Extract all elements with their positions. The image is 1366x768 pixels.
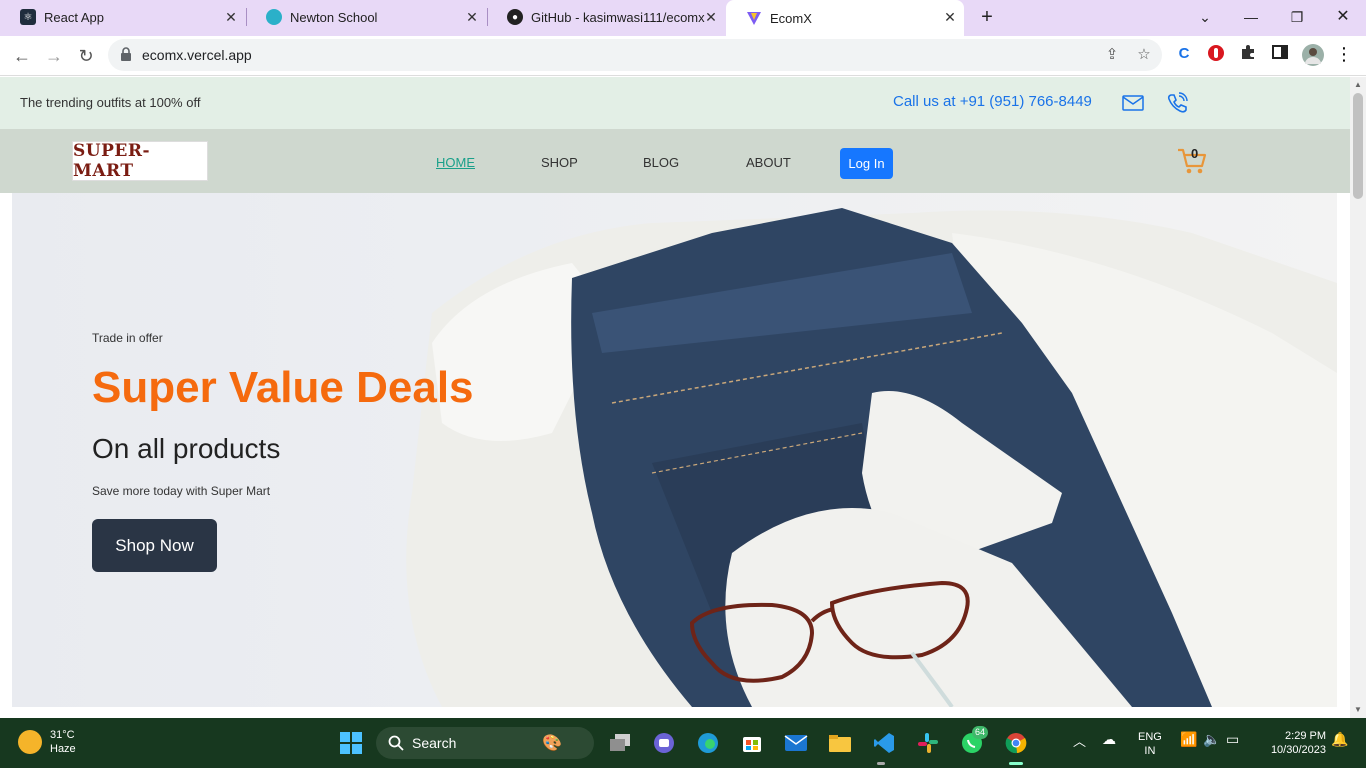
forward-icon[interactable]: → xyxy=(42,44,66,68)
microsoft-store-icon[interactable] xyxy=(740,731,764,755)
new-tab-icon[interactable]: + xyxy=(976,6,998,28)
mail-app-icon[interactable] xyxy=(784,731,808,755)
vscode-running-indicator xyxy=(877,762,885,765)
nav-about[interactable]: ABOUT xyxy=(746,155,791,170)
tab-title: React App xyxy=(44,9,104,25)
minimize-icon[interactable]: — xyxy=(1238,4,1264,30)
adblock-icon[interactable] xyxy=(1206,44,1226,64)
page-scrollbar[interactable]: ▲ ▼ xyxy=(1350,77,1366,718)
super-mart-logo[interactable]: SUPER-MART xyxy=(72,141,208,181)
tab-title: GitHub - kasimwasi111/ecomx xyxy=(531,9,705,25)
weather-desc: Haze xyxy=(50,743,76,755)
restore-icon[interactable]: ❐ xyxy=(1284,4,1310,30)
tab-search-chevron-icon[interactable]: ⌄ xyxy=(1192,4,1218,30)
onedrive-off-icon[interactable]: ☁ xyxy=(1102,731,1116,748)
hero-subheadline: On all products xyxy=(92,433,281,464)
slack-icon[interactable] xyxy=(916,731,940,755)
close-window-icon[interactable]: ✕ xyxy=(1330,4,1356,30)
haze-weather-icon xyxy=(18,730,42,754)
task-view-icon[interactable] xyxy=(608,731,632,755)
reload-icon[interactable]: ↻ xyxy=(74,44,98,68)
scroll-up-icon[interactable]: ▲ xyxy=(1353,80,1363,90)
search-highlight-icon: 🎨 xyxy=(542,735,562,752)
region-code: IN xyxy=(1144,745,1156,757)
whatsapp-badge: 64 xyxy=(972,726,989,739)
tab-react-app[interactable]: ⚛ React App ✕ xyxy=(0,0,245,34)
tab-newton-school[interactable]: Newton School ✕ xyxy=(246,0,486,34)
hero-headline: Super Value Deals xyxy=(92,363,474,412)
lock-icon xyxy=(121,47,131,61)
wifi-icon[interactable]: 📶 xyxy=(1180,731,1197,748)
mail-icon[interactable] xyxy=(1122,95,1144,111)
tab-ecomx[interactable]: EcomX ✕ xyxy=(726,0,964,36)
browser-tab-strip: ⚛ React App ✕ Newton School ✕ ● GitHub -… xyxy=(0,0,1366,36)
language-code: ENG xyxy=(1138,731,1162,743)
close-icon[interactable]: ✕ xyxy=(703,9,719,25)
login-button[interactable]: Log In xyxy=(840,148,893,179)
side-panel-icon[interactable] xyxy=(1270,44,1290,64)
search-icon xyxy=(388,735,404,751)
clock-date: 10/30/2023 xyxy=(1270,744,1326,756)
nav-blog[interactable]: BLOG xyxy=(643,155,679,170)
url-text[interactable]: ecomx.vercel.app xyxy=(142,47,252,63)
share-icon[interactable]: ⇪ xyxy=(1102,45,1122,65)
chrome-active-indicator xyxy=(1009,762,1023,765)
github-icon: ● xyxy=(507,9,523,25)
address-bar[interactable]: ecomx.vercel.app ⇪ ☆ xyxy=(108,39,1162,71)
logo-text: SUPER-MART xyxy=(73,141,151,181)
cart-button[interactable]: 0 xyxy=(1177,146,1209,175)
weather-temp: 31°C xyxy=(50,729,75,741)
bookmark-star-icon[interactable]: ☆ xyxy=(1134,45,1154,65)
scroll-down-icon[interactable]: ▼ xyxy=(1353,705,1363,715)
cart-count: 0 xyxy=(1191,146,1199,161)
weather-widget[interactable]: 31°C Haze xyxy=(18,728,76,756)
edge-icon[interactable] xyxy=(696,731,720,755)
vscode-icon[interactable] xyxy=(872,731,896,755)
close-icon[interactable]: ✕ xyxy=(223,9,239,25)
windows-start-icon[interactable] xyxy=(339,731,363,755)
nav-home[interactable]: HOME xyxy=(436,155,475,170)
windows-taskbar: 31°C Haze Search 🎨 64 ︿ ☁ ENG IN 📶 🔈 ▭ 2… xyxy=(0,718,1366,768)
hero-eyebrow: Trade in offer xyxy=(92,331,163,345)
hero-description: Save more today with Super Mart xyxy=(92,484,271,498)
close-icon[interactable]: ✕ xyxy=(464,9,480,25)
site-navbar: SUPER-MART HOME SHOP BLOG ABOUT Log In 0 xyxy=(0,129,1350,193)
volume-icon[interactable]: 🔈 xyxy=(1203,731,1220,748)
show-hidden-icons-chevron-icon[interactable]: ︿ xyxy=(1073,731,1086,750)
call-us-link[interactable]: Call us at +91 (951) 766-8449 xyxy=(893,93,1092,110)
close-icon[interactable]: ✕ xyxy=(942,9,958,25)
clock-time: 2:29 PM xyxy=(1285,730,1326,742)
tagline: The trending outfits at 100% off xyxy=(20,95,201,110)
extension-c-icon[interactable]: C xyxy=(1174,44,1194,64)
search-label: Search xyxy=(412,735,457,751)
tab-title: EcomX xyxy=(770,10,812,26)
newton-icon xyxy=(266,9,282,25)
notification-bell-icon[interactable]: 🔔 xyxy=(1331,731,1348,748)
web-page: The trending outfits at 100% off Call us… xyxy=(0,77,1350,718)
chrome-icon[interactable] xyxy=(1004,731,1028,755)
scrollbar-thumb[interactable] xyxy=(1353,93,1363,199)
tab-title: Newton School xyxy=(290,9,378,25)
vite-icon xyxy=(746,10,762,26)
browser-toolbar: ← → ↻ ecomx.vercel.app ⇪ ☆ C ⋮ xyxy=(0,36,1366,76)
back-icon[interactable]: ← xyxy=(10,44,34,68)
extensions-puzzle-icon[interactable] xyxy=(1238,44,1258,64)
battery-icon[interactable]: ▭ xyxy=(1226,731,1239,748)
nav-shop[interactable]: SHOP xyxy=(541,155,578,170)
chrome-menu-icon[interactable]: ⋮ xyxy=(1334,44,1354,64)
profile-avatar[interactable] xyxy=(1302,44,1324,66)
teams-chat-icon[interactable] xyxy=(652,731,676,755)
taskbar-search[interactable]: Search 🎨 xyxy=(376,727,594,759)
language-indicator[interactable]: ENG IN xyxy=(1138,730,1162,758)
shop-now-button[interactable]: Shop Now xyxy=(92,519,217,572)
hero-banner: Trade in offer Super Value Deals On all … xyxy=(12,193,1337,707)
tab-github[interactable]: ● GitHub - kasimwasi111/ecomx ✕ xyxy=(487,0,725,34)
react-icon: ⚛ xyxy=(20,9,36,25)
file-explorer-icon[interactable] xyxy=(828,731,852,755)
phone-icon[interactable] xyxy=(1166,92,1188,114)
top-info-bar: The trending outfits at 100% off Call us… xyxy=(0,77,1350,129)
system-clock[interactable]: 2:29 PM 10/30/2023 xyxy=(1258,729,1326,757)
